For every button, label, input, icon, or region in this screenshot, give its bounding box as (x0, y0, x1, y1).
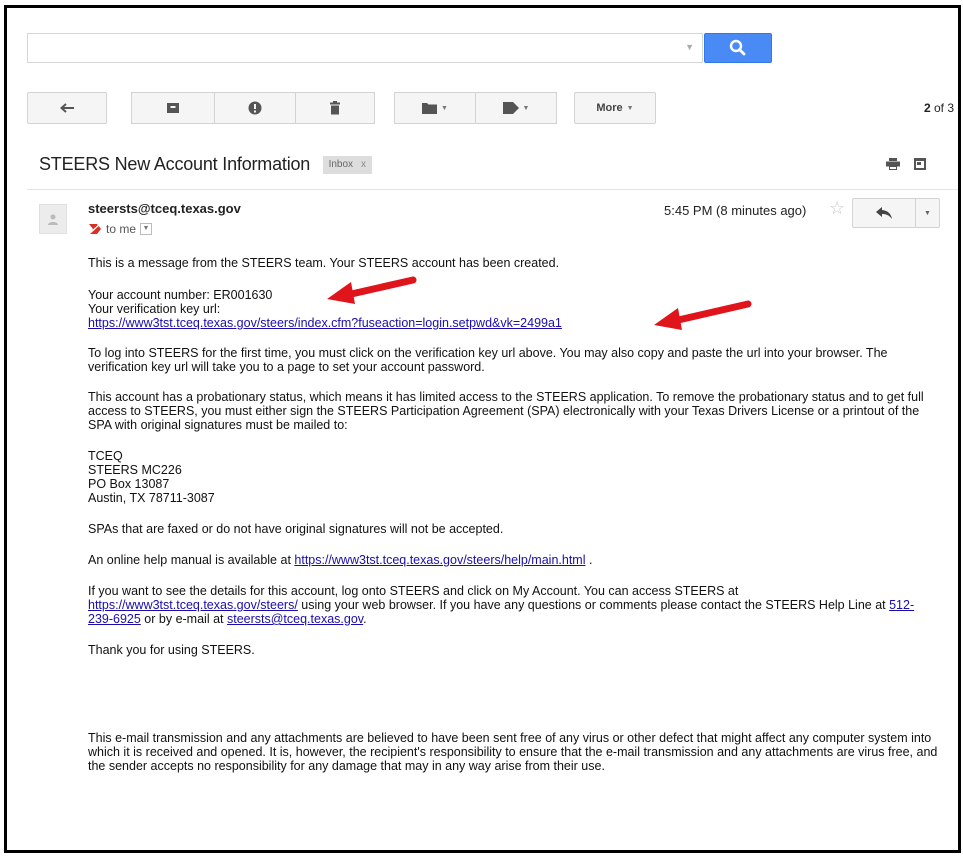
help-manual-link[interactable]: https://www3tst.tceq.texas.gov/steers/he… (294, 553, 585, 567)
recipient-line[interactable]: to me ▼ (88, 222, 153, 236)
mailing-address: TCEQ STEERS MC226 PO Box 13087 Austin, T… (88, 449, 938, 505)
help-text: An online help manual is available at (88, 553, 295, 567)
body-thanks: Thank you for using STEERS. (88, 643, 255, 657)
archive-button[interactable] (131, 92, 215, 124)
chevron-down-icon: ▼ (924, 209, 931, 217)
body-instructions: To log into STEERS for the first time, y… (88, 346, 888, 374)
email-subject: STEERS New Account Information (39, 154, 311, 174)
chevron-down-icon: ▼ (522, 104, 530, 112)
message-time: 5:45 PM (8 minutes ago) (664, 203, 807, 218)
toolbar: ▼ ▼ More ▼ 2 of 3 (7, 92, 958, 126)
move-to-button[interactable]: ▼ (394, 92, 476, 124)
pager-current: 2 (923, 101, 931, 115)
address-line: PO Box 13087 (88, 477, 170, 491)
reply-button[interactable] (853, 199, 916, 227)
divider (27, 189, 958, 190)
labels-button[interactable]: ▼ (475, 92, 557, 124)
details-text: using your web browser. If you have any … (297, 598, 890, 612)
search-button[interactable] (704, 33, 772, 63)
annotation-arrow (654, 300, 752, 330)
search-options-icon[interactable]: ▼ (685, 42, 694, 52)
spam-icon (248, 101, 262, 115)
body-intro: This is a message from the STEERS team. … (88, 256, 560, 270)
address-line: STEERS MC226 (88, 463, 182, 477)
report-spam-button[interactable] (214, 92, 296, 124)
star-icon[interactable]: ☆ (829, 198, 845, 219)
address-line: Austin, TX 78711-3087 (88, 491, 215, 505)
archive-icon (167, 103, 179, 113)
pager-total: of 3 (930, 101, 954, 115)
chevron-down-icon: ▼ (626, 104, 634, 112)
top-bar: ▼ (7, 8, 958, 78)
more-button[interactable]: More ▼ (574, 92, 656, 124)
body-spa-note: SPAs that are faxed or do not have origi… (88, 522, 504, 536)
annotation-arrow (327, 276, 417, 304)
message-body: This is a message from the STEERS team. … (88, 256, 938, 773)
email-window: ▼ ▼ ▼ More ▼ 2 of 3 STEERS New Account I… (4, 5, 961, 853)
account-number-line: Your account number: ER001630 (88, 288, 273, 302)
delete-button[interactable] (295, 92, 375, 124)
body-probation: This account has a probationary status, … (88, 390, 924, 432)
inbox-label-chip[interactable]: Inbox x (322, 155, 373, 174)
support-email-link[interactable]: steersts@tceq.texas.gov (227, 612, 363, 626)
show-details-icon[interactable]: ▼ (140, 223, 153, 235)
verification-key-link[interactable]: https://www3tst.tceq.texas.gov/steers/in… (88, 316, 562, 330)
address-line: TCEQ (88, 449, 123, 463)
important-marker-icon (88, 223, 101, 235)
more-actions-button[interactable]: ▼ (916, 199, 939, 227)
pagination: 2 of 3 (924, 101, 954, 115)
label-tag-icon (502, 102, 519, 114)
sender-email[interactable]: steersts@tceq.texas.gov (88, 201, 241, 216)
print-icon[interactable] (886, 158, 900, 170)
details-text: or by e-mail at (140, 612, 227, 626)
subject-row: STEERS New Account Information Inbox x (39, 154, 948, 182)
body-help-manual: An online help manual is available at ht… (88, 553, 938, 567)
person-icon (48, 214, 58, 225)
help-text-end: . (585, 553, 593, 567)
details-text-end: . (363, 612, 367, 626)
more-label: More (596, 102, 623, 114)
search-input[interactable]: ▼ (27, 33, 703, 63)
remove-label-icon[interactable]: x (361, 159, 366, 170)
back-button[interactable] (27, 92, 107, 124)
reply-button-group: ▼ (852, 198, 940, 228)
body-disclaimer: This e-mail transmission and any attachm… (88, 731, 938, 773)
steers-link[interactable]: https://www3tst.tceq.texas.gov/steers/ (88, 598, 298, 612)
label-text: Inbox (328, 158, 354, 170)
recipient-text: to me (106, 222, 137, 236)
verification-key-label: Your verification key url: (88, 302, 221, 316)
trash-icon (330, 101, 340, 115)
chevron-down-icon: ▼ (441, 104, 448, 112)
subject-actions (886, 158, 926, 170)
details-text: If you want to see the details for this … (88, 584, 739, 598)
body-account-details: If you want to see the details for this … (88, 584, 938, 626)
search-icon (729, 39, 746, 56)
avatar (39, 204, 67, 234)
new-window-icon[interactable] (914, 158, 926, 170)
folder-icon (422, 103, 438, 114)
back-arrow-icon (59, 103, 74, 113)
reply-icon (876, 207, 892, 219)
